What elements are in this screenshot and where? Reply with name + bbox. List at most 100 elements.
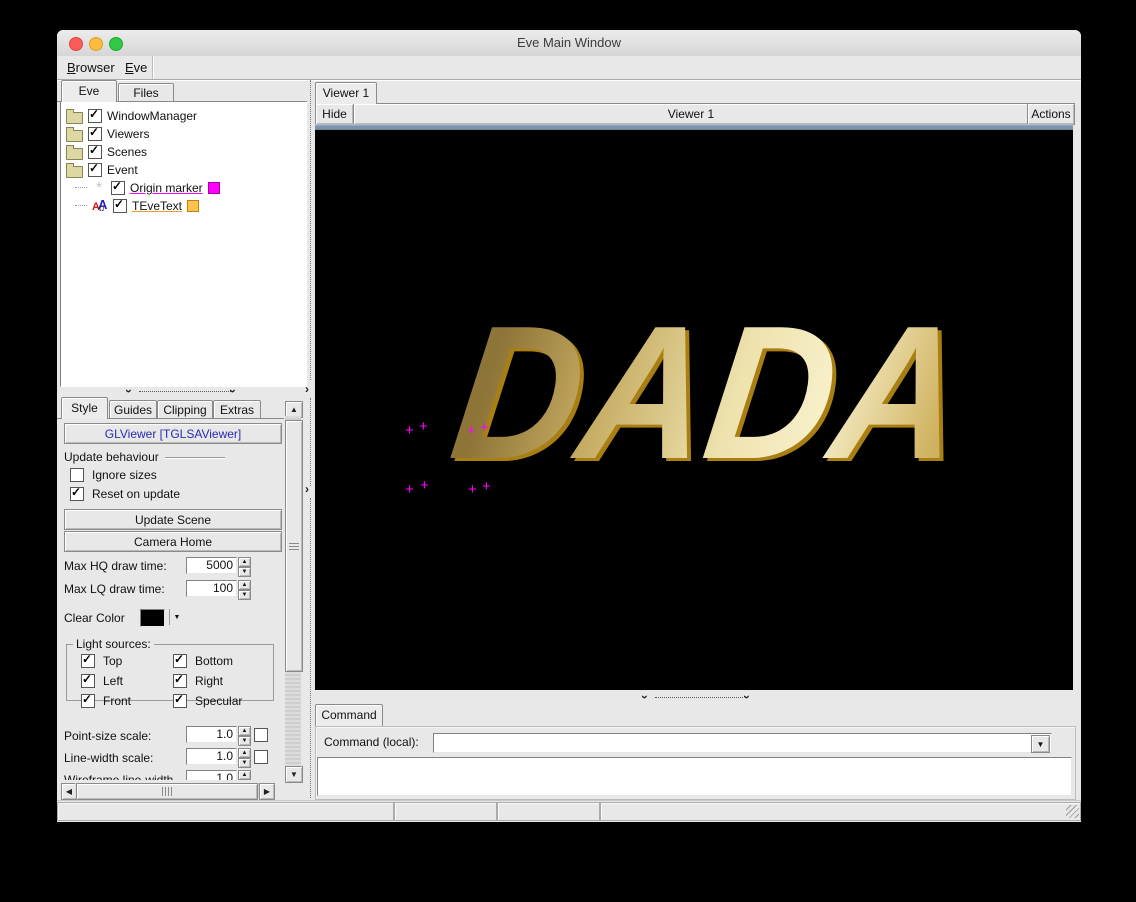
- tree-checkbox[interactable]: ✓: [88, 163, 102, 177]
- splitter-chevron-down-icon[interactable]: ›: [640, 695, 650, 699]
- splitter-chevron-right-icon[interactable]: ›: [305, 484, 309, 494]
- splitter-chevron-right-icon[interactable]: ›: [305, 384, 309, 394]
- tree-item-origin-marker[interactable]: * ✓ Origin marker: [61, 179, 306, 197]
- tree-item-viewers[interactable]: ✓ Viewers: [61, 125, 306, 143]
- command-label: Command (local):: [324, 734, 419, 751]
- command-panel: Command (local): ▼: [315, 726, 1076, 800]
- menu-browser[interactable]: Browser: [63, 59, 119, 76]
- scene-text: DADA: [443, 298, 975, 488]
- gl-viewport[interactable]: DADA DADA + + + + + + + +: [315, 130, 1073, 690]
- cross-marker-icon: +: [482, 482, 491, 492]
- spinner-up-icon[interactable]: ▲: [238, 557, 251, 567]
- tab-style[interactable]: Style: [61, 397, 108, 419]
- resize-grip-icon[interactable]: [1066, 805, 1079, 818]
- light-front-checkbox[interactable]: ✓Front: [81, 694, 131, 708]
- clear-color-swatch[interactable]: [140, 609, 165, 627]
- command-combo[interactable]: ▼: [433, 733, 1052, 753]
- light-right-checkbox[interactable]: ✓Right: [173, 674, 223, 688]
- tree-item-windowmanager[interactable]: ✓ WindowManager: [61, 107, 306, 125]
- viewer-title-bar[interactable]: Viewer 1: [353, 103, 1029, 125]
- tree-checkbox[interactable]: ✓: [88, 145, 102, 159]
- cross-marker-icon: +: [405, 426, 414, 436]
- tevetext-icon: A A Ω: [92, 198, 108, 214]
- scroll-down-icon[interactable]: ▼: [285, 766, 303, 783]
- spinner-up-icon[interactable]: ▲: [238, 748, 251, 758]
- panel-splitter[interactable]: [310, 398, 311, 486]
- tree-item-tevetext[interactable]: A A Ω ✓ TEveText: [61, 197, 306, 215]
- splitter-dotted-line[interactable]: [655, 697, 743, 698]
- hide-button[interactable]: Hide: [315, 103, 354, 125]
- point-size-auto-checkbox[interactable]: ✓: [254, 728, 268, 742]
- light-top-checkbox[interactable]: ✓Top: [81, 654, 122, 668]
- update-scene-button[interactable]: Update Scene: [64, 509, 282, 530]
- light-bottom-checkbox[interactable]: ✓Bottom: [173, 654, 233, 668]
- reset-on-update-checkbox[interactable]: ✓ Reset on update: [70, 487, 180, 501]
- tab-viewer-1[interactable]: Viewer 1: [315, 82, 377, 104]
- camera-home-button[interactable]: Camera Home: [64, 531, 282, 552]
- tree-item-scenes[interactable]: ✓ Scenes: [61, 143, 306, 161]
- glviewer-header-button[interactable]: GLViewer [TGLSAViewer]: [64, 423, 282, 444]
- light-specular-checkbox[interactable]: ✓Specular: [173, 694, 242, 708]
- vertical-scrollbar-thumb[interactable]: [285, 420, 303, 672]
- command-input[interactable]: [434, 734, 1036, 752]
- menu-eve[interactable]: Eve: [121, 59, 151, 76]
- tree-item-label: Viewers: [107, 127, 149, 141]
- tree-checkbox[interactable]: ✓: [113, 199, 127, 213]
- eve-tree: ✓ WindowManager ✓ Viewers ✓ Scenes ✓ Eve…: [60, 101, 307, 387]
- line-width-spinner[interactable]: 1.0 ▲▼: [186, 748, 251, 768]
- cross-marker-icon: +: [419, 422, 428, 432]
- tree-item-label: WindowManager: [107, 109, 197, 123]
- wireframe-spinner[interactable]: 1.0 ▲▼: [186, 770, 251, 780]
- menu-bar: Browser Eve: [57, 56, 1081, 80]
- tree-item-event[interactable]: ✓ Event: [61, 161, 306, 179]
- max-lq-spinner[interactable]: 100 ▲▼: [186, 580, 251, 600]
- scroll-right-icon[interactable]: ▶: [259, 783, 275, 800]
- splitter-chevron-down-icon[interactable]: ›: [742, 695, 752, 699]
- splitter-dotted-line[interactable]: [139, 391, 231, 392]
- cross-marker-icon: +: [467, 426, 476, 436]
- spinner-down-icon[interactable]: ▼: [238, 567, 251, 577]
- horizontal-scrollbar-thumb[interactable]: [76, 783, 258, 800]
- clear-color-dropdown-icon[interactable]: ▼: [169, 609, 184, 625]
- tree-checkbox[interactable]: ✓: [88, 109, 102, 123]
- tree-item-label: Scenes: [107, 145, 147, 159]
- spinner-down-icon[interactable]: ▼: [238, 736, 251, 746]
- max-hq-spinner[interactable]: 5000 ▲▼: [186, 557, 251, 577]
- light-sources-title: Light sources:: [73, 637, 154, 651]
- max-lq-label: Max LQ draw time:: [64, 581, 165, 598]
- panel-splitter[interactable]: [310, 80, 311, 380]
- splitter-chevron-down-icon[interactable]: ›: [124, 389, 134, 393]
- splitter-chevron-down-icon[interactable]: ›: [228, 389, 238, 393]
- tree-connector: [75, 187, 87, 189]
- folder-icon: [66, 148, 83, 160]
- tab-eve[interactable]: Eve: [61, 80, 117, 102]
- ignore-sizes-checkbox[interactable]: ✓ Ignore sizes: [70, 468, 157, 482]
- tab-extras[interactable]: Extras: [213, 400, 261, 419]
- panel-splitter[interactable]: [310, 498, 311, 798]
- color-swatch-gold: [187, 200, 199, 212]
- combo-dropdown-icon[interactable]: ▼: [1031, 735, 1050, 753]
- spinner-up-icon[interactable]: ▲: [238, 770, 251, 780]
- tab-command[interactable]: Command: [315, 704, 383, 726]
- spinner-up-icon[interactable]: ▲: [238, 580, 251, 590]
- origin-marker-icon: *: [92, 183, 106, 193]
- tree-checkbox[interactable]: ✓: [111, 181, 125, 195]
- command-output: [317, 757, 1072, 796]
- line-width-auto-checkbox[interactable]: ✓: [254, 750, 268, 764]
- light-left-checkbox[interactable]: ✓Left: [81, 674, 123, 688]
- spinner-down-icon[interactable]: ▼: [238, 758, 251, 768]
- tab-clipping[interactable]: Clipping: [157, 400, 213, 419]
- point-size-spinner[interactable]: 1.0 ▲▼: [186, 726, 251, 746]
- spinner-up-icon[interactable]: ▲: [238, 726, 251, 736]
- glviewer-style-panel: GLViewer [TGLSAViewer] Update behaviour …: [60, 418, 284, 780]
- actions-button[interactable]: Actions: [1027, 103, 1075, 125]
- tree-item-label: TEveText: [132, 199, 182, 213]
- tab-guides[interactable]: Guides: [109, 400, 157, 419]
- light-sources-group: Light sources: ✓Top ✓Bottom ✓Left ✓Right…: [66, 637, 274, 701]
- tab-files[interactable]: Files: [118, 83, 174, 102]
- tree-checkbox[interactable]: ✓: [88, 127, 102, 141]
- tree-connector: [75, 205, 87, 207]
- menu-divider: [152, 56, 154, 79]
- folder-icon: [66, 112, 83, 124]
- spinner-down-icon[interactable]: ▼: [238, 590, 251, 600]
